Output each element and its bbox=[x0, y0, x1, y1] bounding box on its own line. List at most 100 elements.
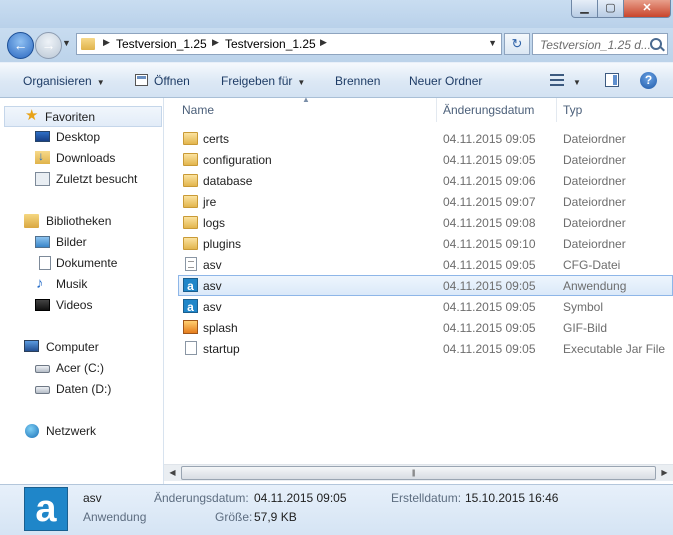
column-label: Name bbox=[182, 103, 215, 117]
nav-label: Musik bbox=[56, 277, 88, 291]
maximize-button[interactable]: ▢ bbox=[597, 0, 624, 18]
scroll-right-icon[interactable]: ▶ bbox=[656, 465, 673, 481]
star-icon: ★ bbox=[25, 107, 39, 124]
nav-label: Bibliotheken bbox=[46, 214, 112, 228]
desktop-icon bbox=[35, 131, 50, 142]
nav-label: Desktop bbox=[56, 130, 101, 144]
file-row-selected[interactable]: a asv 04.11.2015 09:05 Anwendung bbox=[178, 275, 673, 296]
scroll-thumb[interactable]: ||| bbox=[181, 466, 656, 480]
file-name: asv bbox=[203, 300, 222, 314]
file-row[interactable]: logs 04.11.2015 09:08 Dateiordner bbox=[178, 212, 673, 233]
breadcrumb-item[interactable]: Testversion_1.25 bbox=[116, 37, 207, 51]
hard-drive-icon bbox=[35, 386, 50, 394]
file-row[interactable]: configuration 04.11.2015 09:05 Dateiordn… bbox=[178, 149, 673, 170]
file-date: 04.11.2015 09:05 bbox=[443, 258, 536, 272]
file-row[interactable]: startup 04.11.2015 09:05 Executable Jar … bbox=[178, 338, 673, 359]
jar-icon bbox=[185, 341, 197, 355]
view-dropdown-icon[interactable]: ▼ bbox=[573, 74, 581, 88]
organize-button[interactable]: Organisieren ▼ bbox=[23, 74, 105, 88]
file-name: database bbox=[203, 174, 253, 188]
downloads-icon bbox=[35, 149, 50, 164]
file-row[interactable]: jre 04.11.2015 09:07 Dateiordner bbox=[178, 191, 673, 212]
chevron-right-icon[interactable]: ▶ bbox=[212, 37, 219, 48]
nav-downloads[interactable]: Downloads bbox=[0, 148, 164, 169]
search-input[interactable]: Testversion_1.25 d... bbox=[532, 33, 668, 55]
app-icon: a bbox=[24, 487, 68, 531]
file-name: logs bbox=[203, 216, 226, 230]
column-header-date[interactable]: Änderungsdatum bbox=[437, 98, 557, 122]
nav-label: Favoriten bbox=[45, 110, 96, 124]
recent-places-icon bbox=[35, 172, 50, 186]
back-button[interactable]: ← bbox=[7, 32, 34, 59]
scroll-left-icon[interactable]: ◀ bbox=[164, 465, 181, 481]
forward-button[interactable]: → bbox=[35, 32, 62, 59]
chevron-right-icon[interactable]: ▶ bbox=[103, 37, 110, 48]
file-row[interactable]: certs 04.11.2015 09:05 Dateiordner bbox=[178, 128, 673, 149]
minimize-button[interactable]: ▁ bbox=[571, 0, 598, 18]
documents-icon bbox=[39, 256, 51, 270]
refresh-button[interactable]: ↻ bbox=[504, 33, 530, 55]
recent-pages-dropdown-icon[interactable]: ▼ bbox=[62, 38, 71, 48]
preview-pane-icon[interactable] bbox=[605, 73, 619, 87]
search-placeholder: Testversion_1.25 d... bbox=[540, 38, 651, 52]
file-row[interactable]: database 04.11.2015 09:06 Dateiordner bbox=[178, 170, 673, 191]
open-button[interactable]: Öffnen bbox=[154, 74, 190, 88]
column-label: Typ bbox=[563, 103, 583, 117]
folder-icon bbox=[183, 195, 198, 208]
nav-label: Bilder bbox=[56, 235, 87, 249]
file-date: 04.11.2015 09:05 bbox=[443, 321, 536, 335]
nav-documents[interactable]: Dokumente bbox=[0, 253, 164, 274]
file-type: Dateiordner bbox=[563, 195, 626, 209]
nav-music[interactable]: ♪ Musik bbox=[0, 274, 164, 295]
open-icon bbox=[135, 74, 148, 86]
column-header-name[interactable]: Name bbox=[164, 98, 436, 122]
details-pane: a asv Anwendung Änderungsdatum: 04.11.20… bbox=[0, 484, 673, 535]
nav-pictures[interactable]: Bilder bbox=[0, 232, 164, 253]
file-date: 04.11.2015 09:08 bbox=[443, 216, 536, 230]
details-file-type: Anwendung bbox=[83, 510, 147, 524]
file-type: Dateiordner bbox=[563, 153, 626, 167]
nav-recent[interactable]: Zuletzt besucht bbox=[0, 169, 164, 190]
nav-computer[interactable]: Computer bbox=[0, 337, 164, 358]
nav-label: Videos bbox=[56, 298, 93, 312]
view-options-icon[interactable] bbox=[550, 73, 564, 87]
nav-desktop[interactable]: Desktop bbox=[0, 127, 164, 148]
address-dropdown-icon[interactable]: ▼ bbox=[488, 38, 497, 48]
address-bar[interactable]: ▶ Testversion_1.25 ▶ Testversion_1.25 ▶ … bbox=[76, 33, 502, 55]
folder-icon bbox=[81, 38, 95, 50]
organize-label: Organisieren bbox=[23, 74, 92, 88]
details-size-label: Größe: bbox=[215, 510, 253, 524]
nav-favorites[interactable]: ★ Favoriten bbox=[4, 106, 162, 127]
new-folder-button[interactable]: Neuer Ordner bbox=[409, 74, 482, 88]
music-icon: ♪ bbox=[36, 275, 44, 292]
help-icon[interactable]: ? bbox=[640, 72, 657, 89]
column-header-type[interactable]: Typ bbox=[557, 98, 673, 122]
chevron-down-icon: ▼ bbox=[297, 78, 306, 87]
file-row[interactable]: asv 04.11.2015 09:05 CFG-Datei bbox=[178, 254, 673, 275]
file-name: splash bbox=[203, 321, 238, 335]
chevron-right-icon[interactable]: ▶ bbox=[320, 37, 327, 48]
nav-drive-d[interactable]: Daten (D:) bbox=[0, 379, 164, 400]
file-row[interactable]: plugins 04.11.2015 09:10 Dateiordner bbox=[178, 233, 673, 254]
nav-videos[interactable]: Videos bbox=[0, 295, 164, 316]
nav-label: Dokumente bbox=[56, 256, 118, 270]
nav-label: Zuletzt besucht bbox=[56, 172, 138, 186]
file-list: ▲ Name Änderungsdatum Typ certs 04.11.20… bbox=[164, 95, 673, 484]
file-row[interactable]: a asv 04.11.2015 09:05 Symbol bbox=[178, 296, 673, 317]
file-name: configuration bbox=[203, 153, 272, 167]
app-icon: a bbox=[183, 278, 198, 293]
videos-icon bbox=[35, 299, 50, 311]
file-type: Dateiordner bbox=[563, 174, 626, 188]
nav-network[interactable]: Netzwerk bbox=[0, 421, 164, 442]
horizontal-scrollbar[interactable]: ◀ ||| ▶ bbox=[164, 464, 673, 481]
share-label: Freigeben für bbox=[221, 74, 293, 88]
burn-button[interactable]: Brennen bbox=[335, 74, 380, 88]
nav-drive-c[interactable]: Acer (C:) bbox=[0, 358, 164, 379]
file-row[interactable]: splash 04.11.2015 09:05 GIF-Bild bbox=[178, 317, 673, 338]
file-type: CFG-Datei bbox=[563, 258, 621, 272]
close-button[interactable]: ✕ bbox=[623, 0, 671, 18]
libraries-icon bbox=[24, 214, 39, 228]
share-button[interactable]: Freigeben für ▼ bbox=[221, 74, 305, 88]
nav-libraries[interactable]: Bibliotheken bbox=[0, 211, 164, 232]
breadcrumb-item[interactable]: Testversion_1.25 bbox=[225, 37, 316, 51]
